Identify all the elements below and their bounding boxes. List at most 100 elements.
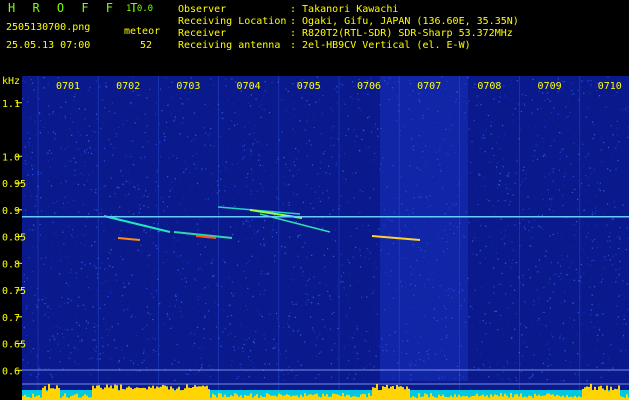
noise-speck: [180, 180, 182, 182]
noise-speck: [620, 360, 622, 362]
noise-speck: [340, 281, 342, 283]
noise-speck: [469, 281, 471, 283]
noise-speck: [195, 297, 197, 299]
noise-speck: [27, 132, 29, 134]
noise-speck: [30, 340, 32, 342]
signal-level: [112, 388, 114, 400]
noise-speck: [292, 83, 294, 85]
noise-speck: [252, 179, 254, 181]
x-tick-label: 0706: [357, 81, 381, 92]
noise-speck: [94, 339, 96, 341]
noise-speck: [617, 159, 619, 162]
noise-speck: [376, 289, 378, 291]
signal-level: [480, 395, 482, 400]
noise-speck: [243, 378, 246, 380]
noise-speck: [533, 349, 535, 351]
noise-speck: [25, 308, 27, 310]
noise-speck: [564, 172, 567, 174]
noise-speck: [31, 146, 33, 148]
noise-speck: [94, 149, 96, 151]
noise-speck: [41, 210, 43, 212]
noise-speck: [604, 256, 606, 258]
noise-speck: [23, 281, 25, 283]
noise-speck: [343, 272, 345, 274]
noise-speck: [473, 120, 475, 122]
noise-speck: [549, 100, 551, 102]
noise-speck: [201, 364, 203, 366]
noise-speck: [351, 173, 353, 175]
noise-speck: [537, 271, 539, 273]
noise-speck: [261, 203, 263, 206]
noise-speck: [240, 323, 242, 325]
noise-speck: [593, 327, 595, 329]
noise-speck: [181, 103, 183, 105]
noise-speck: [182, 268, 184, 270]
noise-speck: [264, 81, 266, 83]
noise-speck: [370, 134, 372, 136]
noise-speck: [244, 126, 246, 128]
noise-speck: [352, 351, 354, 353]
noise-speck: [557, 78, 559, 80]
noise-speck: [586, 364, 589, 366]
noise-speck: [560, 380, 562, 382]
noise-speck: [272, 340, 274, 343]
noise-speck: [347, 300, 349, 302]
noise-speck: [598, 95, 601, 97]
signal-level: [518, 396, 520, 400]
noise-speck: [103, 186, 105, 188]
noise-speck: [163, 323, 165, 325]
noise-speck: [138, 94, 140, 96]
noise-speck: [177, 106, 179, 108]
noise-speck: [251, 255, 253, 257]
noise-speck: [36, 306, 38, 308]
noise-speck: [581, 187, 584, 189]
noise-speck: [282, 123, 284, 125]
noise-speck: [31, 195, 33, 197]
noise-speck: [259, 164, 261, 166]
noise-speck: [199, 218, 201, 220]
noise-speck: [332, 93, 334, 95]
noise-speck: [576, 332, 578, 334]
noise-speck: [59, 273, 61, 275]
noise-speck: [39, 164, 41, 166]
noise-speck: [24, 81, 26, 83]
noise-speck: [39, 234, 41, 236]
noise-speck: [78, 211, 80, 213]
noise-speck: [626, 106, 628, 108]
noise-speck: [304, 129, 306, 131]
noise-speck: [561, 340, 564, 342]
noise-speck: [295, 368, 297, 370]
noise-speck: [287, 184, 289, 186]
noise-speck: [193, 112, 195, 114]
noise-speck: [94, 131, 96, 133]
noise-speck: [254, 125, 257, 127]
noise-speck: [513, 251, 515, 253]
signal-level: [586, 386, 588, 400]
signal-level: [172, 388, 174, 400]
noise-speck: [198, 298, 200, 301]
noise-speck: [22, 98, 24, 100]
noise-speck: [189, 171, 191, 174]
noise-speck: [468, 257, 470, 259]
noise-speck: [564, 84, 566, 86]
signal-level: [382, 386, 384, 400]
noise-speck: [468, 100, 470, 102]
noise-speck: [229, 212, 232, 214]
noise-speck: [83, 126, 85, 128]
noise-speck: [481, 287, 483, 289]
noise-speck: [519, 184, 522, 186]
noise-speck: [543, 311, 545, 313]
noise-speck: [516, 160, 518, 162]
noise-speck: [342, 170, 344, 172]
noise-speck: [145, 176, 147, 178]
noise-speck: [586, 328, 588, 330]
noise-speck: [522, 284, 524, 286]
noise-speck: [32, 320, 35, 322]
noise-speck: [281, 245, 283, 248]
noise-speck: [70, 299, 72, 301]
noise-speck: [286, 166, 288, 168]
noise-speck: [259, 314, 261, 316]
signal-level: [70, 396, 72, 400]
noise-speck: [597, 329, 599, 331]
noise-speck: [468, 221, 470, 223]
